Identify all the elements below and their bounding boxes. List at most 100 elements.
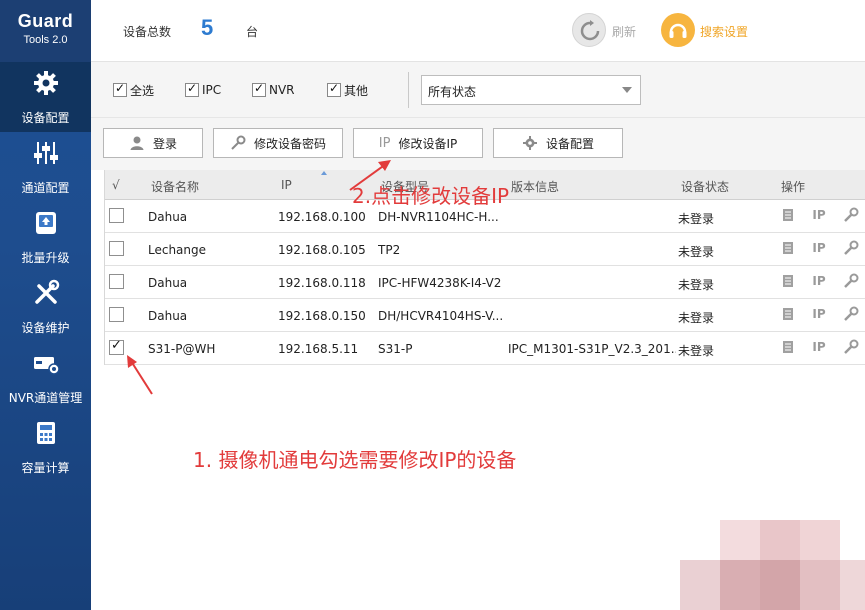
sidebar-item-nvr-channel[interactable]: NVR通道管理 <box>0 342 91 412</box>
sort-asc-icon <box>321 171 327 175</box>
table-row[interactable]: S31-P@WH 192.168.5.11 S31-P IPC_M1301-S3… <box>105 332 865 365</box>
status-select-value: 所有状态 <box>428 85 477 99</box>
device-count-unit: 台 <box>246 25 259 39</box>
sidebar-item-label: 容量计算 <box>21 461 70 475</box>
cell-model: IPC-HFW4238K-I4-V2 <box>378 276 502 290</box>
document-icon[interactable] <box>780 339 796 355</box>
nvr-icon <box>33 357 60 375</box>
table-row[interactable]: Lechange 192.168.0.105 TP2 未登录 IP <box>105 233 865 266</box>
document-icon[interactable] <box>780 306 796 322</box>
wrench-icon[interactable] <box>843 306 859 322</box>
cell-ip: 192.168.0.105 <box>278 243 366 257</box>
sidebar-item-device-config[interactable]: 设备配置 <box>0 62 91 132</box>
annotation-step2: 2.点击修改设备IP <box>352 184 510 208</box>
device-count-value: 5 <box>201 15 214 40</box>
document-icon[interactable] <box>780 207 796 223</box>
header-ops: 操作 <box>781 180 806 194</box>
checkbox-label: 全选 <box>130 83 155 98</box>
change-ip-label: 修改设备IP <box>398 136 458 151</box>
cell-status: 未登录 <box>678 212 715 226</box>
header-ip[interactable]: IP <box>281 178 292 192</box>
cell-version: IPC_M1301-S31P_V2.3_201... <box>508 342 676 356</box>
ip-icon[interactable]: IP <box>811 207 827 223</box>
cell-status: 未登录 <box>678 245 715 259</box>
app-logo: Guard Tools 2.0 <box>0 0 91 62</box>
refresh-button[interactable]: 刷新 <box>572 13 652 47</box>
row-checkbox[interactable] <box>109 274 124 289</box>
login-button[interactable]: 登录 <box>103 128 203 158</box>
sidebar-item-batch-upgrade[interactable]: 批量升级 <box>0 202 91 272</box>
device-config-button[interactable]: 设备配置 <box>493 128 623 158</box>
filter-nvr-checkbox[interactable]: NVR <box>252 81 295 98</box>
row-checkbox[interactable] <box>109 338 124 355</box>
refresh-icon <box>572 13 606 47</box>
gear-icon <box>522 135 538 151</box>
change-password-button[interactable]: 修改设备密码 <box>213 128 343 158</box>
sidebar-item-capacity[interactable]: 容量计算 <box>0 412 91 482</box>
checkbox-box <box>252 81 266 97</box>
guard-tools-window: Guard Tools 2.0 设备配置 通道配置 批量升级 设备维护 NVR通… <box>0 0 865 610</box>
header-status[interactable]: 设备状态 <box>681 178 729 195</box>
sidebar-item-channel-config[interactable]: 通道配置 <box>0 132 91 202</box>
sidebar-item-label: 设备配置 <box>21 111 70 125</box>
document-icon[interactable] <box>780 240 796 256</box>
divider <box>408 72 409 108</box>
cell-model: DH/HCVR4104HS-V... <box>378 309 503 323</box>
sidebar: Guard Tools 2.0 设备配置 通道配置 批量升级 设备维护 NVR通… <box>0 0 91 610</box>
table-row[interactable]: Dahua 192.168.0.150 DH/HCVR4104HS-V... 未… <box>105 299 865 332</box>
checkbox-box <box>113 81 127 97</box>
refresh-label: 刷新 <box>612 25 637 39</box>
checkbox-label: IPC <box>202 83 222 97</box>
cell-name: Dahua <box>148 276 188 290</box>
row-checkbox[interactable] <box>109 208 124 223</box>
header-name[interactable]: 设备名称 <box>151 178 199 195</box>
calculator-icon <box>36 422 55 444</box>
change-ip-button[interactable]: IP 修改设备IP <box>353 128 483 158</box>
change-password-label: 修改设备密码 <box>253 136 326 151</box>
cell-ip: 192.168.0.100 <box>278 210 366 224</box>
logo-version: Tools 2.0 <box>23 34 68 46</box>
tools-icon <box>34 279 59 304</box>
cell-name: Dahua <box>148 210 188 224</box>
ip-icon[interactable]: IP <box>811 273 827 289</box>
action-bar: 登录 修改设备密码 IP 修改设备IP 设备配置 <box>91 118 865 170</box>
ip-icon[interactable]: IP <box>811 306 827 322</box>
status-filter-select[interactable]: 所有状态 <box>421 75 641 105</box>
upgrade-icon <box>35 212 56 234</box>
cell-model: S31-P <box>378 342 413 356</box>
cell-status: 未登录 <box>678 344 715 358</box>
ip-icon[interactable]: IP <box>811 240 827 256</box>
wrench-icon[interactable] <box>843 339 859 355</box>
select-all-checkbox[interactable]: 全选 <box>113 81 155 98</box>
cell-ip: 192.168.0.118 <box>278 276 366 290</box>
cell-name: Lechange <box>148 243 207 257</box>
wrench-icon[interactable] <box>843 273 859 289</box>
ip-icon[interactable]: IP <box>811 339 827 355</box>
document-icon[interactable] <box>780 273 796 289</box>
header-version[interactable]: 版本信息 <box>511 178 559 195</box>
wrench-icon[interactable] <box>843 240 859 256</box>
cell-ip: 192.168.0.150 <box>278 309 366 323</box>
header-check: √ <box>112 178 120 192</box>
checkbox-box <box>327 81 341 97</box>
filter-ipc-checkbox[interactable]: IPC <box>185 81 222 98</box>
filter-bar: 全选 IPC NVR 其他 所有状态 <box>91 62 865 118</box>
wrench-icon[interactable] <box>843 207 859 223</box>
sidebar-item-label: 设备维护 <box>21 321 70 335</box>
sidebar-item-label: NVR通道管理 <box>8 391 83 405</box>
top-bar: 设备总数 5 台 刷新 搜索设置 <box>91 0 865 62</box>
search-settings-button[interactable]: 搜索设置 <box>661 13 771 47</box>
logo-title: Guard <box>17 11 74 31</box>
checkbox-box <box>185 81 199 97</box>
row-checkbox[interactable] <box>109 307 124 322</box>
cell-ip: 192.168.5.11 <box>278 342 359 356</box>
device-config-label: 设备配置 <box>545 136 594 151</box>
filter-other-checkbox[interactable]: 其他 <box>327 81 368 98</box>
row-checkbox[interactable] <box>109 241 124 256</box>
search-settings-label: 搜索设置 <box>700 25 749 39</box>
ip-icon: IP <box>378 135 391 151</box>
table-row[interactable]: Dahua 192.168.0.118 IPC-HFW4238K-I4-V2 未… <box>105 266 865 299</box>
sidebar-item-maintenance[interactable]: 设备维护 <box>0 272 91 342</box>
headset-icon <box>661 13 695 47</box>
cell-status: 未登录 <box>678 278 715 292</box>
